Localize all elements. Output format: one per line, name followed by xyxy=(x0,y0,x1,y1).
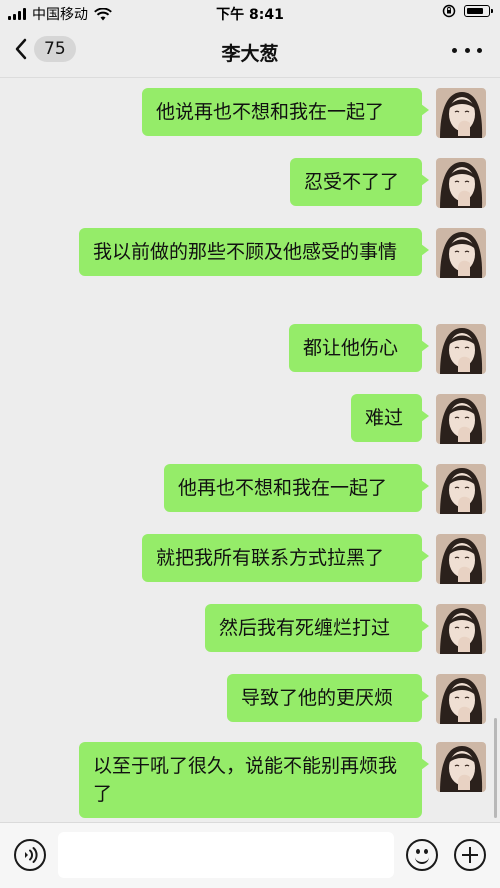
avatar-image xyxy=(436,394,486,444)
message-row: 他说再也不想和我在一起了 xyxy=(142,88,486,138)
user-avatar[interactable] xyxy=(436,88,486,138)
avatar-image xyxy=(436,534,486,584)
dot-icon xyxy=(452,47,457,53)
clock: 下午 8:41 xyxy=(216,7,284,23)
message-row: 难过 xyxy=(351,394,486,444)
orientation-lock-icon xyxy=(442,4,456,18)
message-bubble[interactable]: 导致了他的更厌烦 xyxy=(227,674,429,722)
user-avatar[interactable] xyxy=(436,534,486,584)
more-options-button[interactable] xyxy=(452,38,482,62)
message-row: 我以前做的那些不顾及他感受的事情 xyxy=(79,228,486,278)
message-bubble[interactable]: 他再也不想和我在一起了 xyxy=(164,464,429,512)
dot-icon xyxy=(464,47,470,53)
avatar-image xyxy=(436,604,486,654)
chat-header: 75 李大葱 xyxy=(0,26,500,78)
avatar-image xyxy=(436,88,486,138)
user-avatar[interactable] xyxy=(436,158,486,208)
status-right xyxy=(442,4,493,18)
voice-icon xyxy=(25,847,38,863)
chat-title: 李大葱 xyxy=(221,43,279,65)
user-avatar[interactable] xyxy=(436,604,486,654)
avatar-image xyxy=(436,228,486,278)
message-bubble[interactable]: 以至于吼了很久，说能不能别再烦我了 xyxy=(79,742,429,818)
emoji-icon-mouth xyxy=(415,855,429,864)
avatar-image xyxy=(436,674,486,724)
more-functions-button[interactable] xyxy=(454,839,486,871)
plus-icon-vertical xyxy=(469,847,471,863)
user-avatar[interactable] xyxy=(436,324,486,374)
user-avatar[interactable] xyxy=(436,742,486,792)
status-bar: 中国移动 下午 8:41 xyxy=(0,0,500,26)
input-bar xyxy=(0,822,500,888)
user-avatar[interactable] xyxy=(436,394,486,444)
user-avatar[interactable] xyxy=(436,228,486,278)
message-bubble[interactable]: 就把我所有联系方式拉黑了 xyxy=(142,534,429,582)
voice-input-button[interactable] xyxy=(14,839,46,871)
avatar-image xyxy=(436,324,486,374)
message-row: 都让他伤心 xyxy=(289,324,486,374)
scrollbar[interactable] xyxy=(494,718,497,818)
message-bubble[interactable]: 他说再也不想和我在一起了 xyxy=(142,88,429,136)
message-input[interactable] xyxy=(58,832,394,878)
message-list[interactable]: 他说再也不想和我在一起了 忍受不了了 我以前做的那些不顾及他感受的事情 都让他伤… xyxy=(0,78,500,822)
avatar-image xyxy=(436,742,486,792)
emoji-icon xyxy=(416,849,420,854)
message-row: 导致了他的更厌烦 xyxy=(227,674,486,724)
user-avatar[interactable] xyxy=(436,674,486,724)
message-row: 忍受不了了 xyxy=(290,158,486,208)
avatar-image xyxy=(436,158,486,208)
dot-icon xyxy=(477,47,482,53)
avatar-image xyxy=(436,464,486,514)
message-bubble[interactable]: 忍受不了了 xyxy=(290,158,429,206)
user-avatar[interactable] xyxy=(436,464,486,514)
battery-icon xyxy=(464,5,493,17)
emoji-button[interactable] xyxy=(406,839,438,871)
message-row: 以至于吼了很久，说能不能别再烦我了 xyxy=(79,742,486,818)
message-row: 然后我有死缠烂打过 xyxy=(205,604,486,654)
emoji-icon-eye xyxy=(424,849,428,854)
message-bubble[interactable]: 我以前做的那些不顾及他感受的事情 xyxy=(79,228,429,276)
message-row: 他再也不想和我在一起了 xyxy=(164,464,486,514)
message-bubble[interactable]: 都让他伤心 xyxy=(289,324,429,372)
message-bubble[interactable]: 难过 xyxy=(351,394,429,442)
message-bubble[interactable]: 然后我有死缠烂打过 xyxy=(205,604,429,652)
message-row: 就把我所有联系方式拉黑了 xyxy=(142,534,486,584)
